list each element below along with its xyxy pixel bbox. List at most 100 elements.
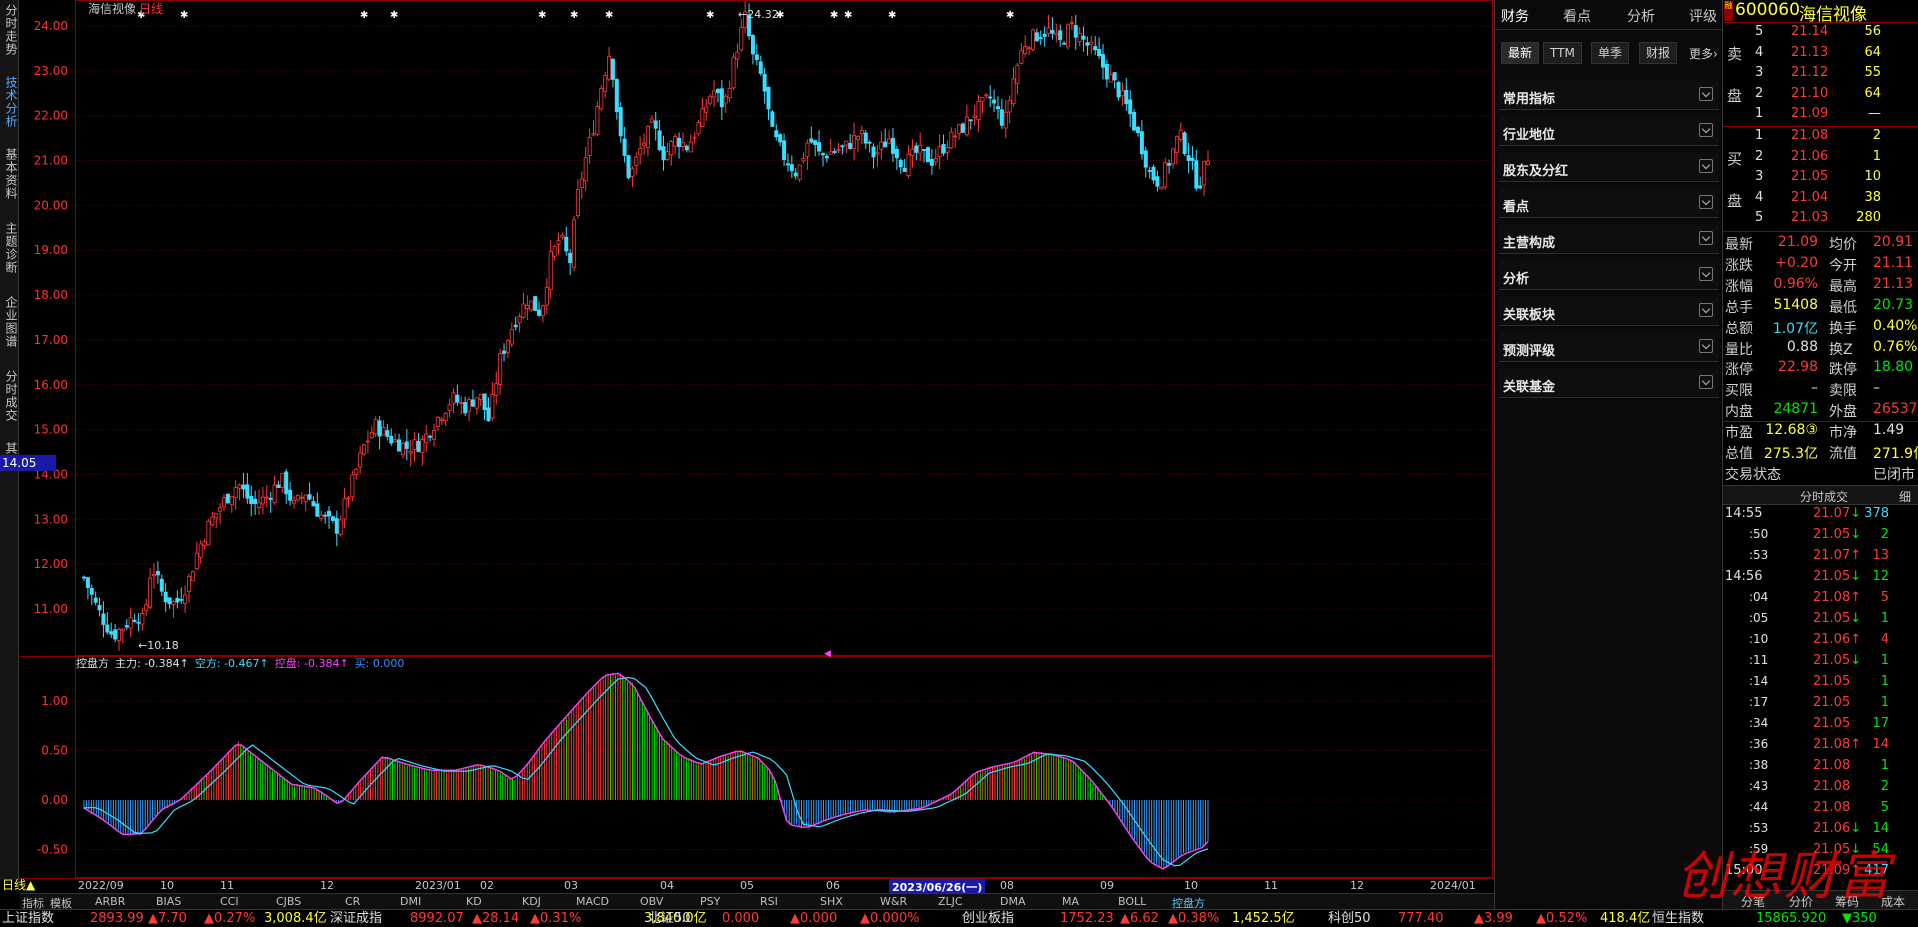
candle-up [1015,64,1020,84]
ticker-label[interactable]: 创业板指 [962,910,1014,927]
ind-tab-zljc[interactable]: ZLJC [938,895,963,908]
ind-tab-cr[interactable]: CR [345,895,360,908]
section-forecast[interactable]: 预测评级 [1499,332,1719,362]
tab-company-graph[interactable]: 企业图谱 [1,296,18,348]
ind-tab-bias[interactable]: BIAS [156,895,181,908]
ind-tab-shx[interactable]: SHX [820,895,843,908]
f10-tab-finance[interactable]: 财务 [1501,6,1529,26]
ask-price[interactable]: 21.12 [1791,65,1828,80]
ind-tab-psy[interactable]: PSY [700,895,720,908]
ind-tab-cci[interactable]: CCI [220,895,239,908]
ticker-label[interactable]: 北证50 [648,910,691,927]
arrow-up-icon: ↑ [1850,590,1862,605]
ask-price[interactable]: 21.10 [1791,86,1828,101]
date-label: 06 [826,879,840,892]
quote-panel: 融 600060 海信视像 卖 盘 5 21.14 56 4 21.13 64 3 21.12… [1722,0,1918,909]
section-label: 关联板块 [1503,308,1556,323]
qtab-chips[interactable]: 筹码 [1835,893,1859,909]
candle-down [1050,29,1055,34]
ind-tab-ma[interactable]: MA [1062,895,1079,908]
qtab-ticks[interactable]: 分笔 [1741,893,1765,909]
tab-fundamentals[interactable]: 基本资料 [1,148,18,200]
tab-technical[interactable]: 技术分析 [1,76,18,128]
subtab-ttm[interactable]: TTM [1543,42,1582,64]
bid-row: 2 21.06 1 [1723,149,1918,169]
ticker-label[interactable]: 上证指数 [2,910,54,927]
section-funds[interactable]: 关联基金 [1499,368,1719,398]
stat-label: 换手 [1829,320,1857,337]
tick-time: :36 [1749,737,1769,751]
candle-down [890,137,895,154]
bid-price[interactable]: 21.05 [1791,169,1828,184]
qtab-price[interactable]: 分价 [1789,893,1813,909]
section-sectors[interactable]: 关联板块 [1499,296,1719,326]
f10-tab-rating[interactable]: 评级 [1689,6,1717,26]
qtab-cost[interactable]: 成本 [1881,893,1905,909]
ind-tab-dmi[interactable]: DMI [400,895,421,908]
section-holders[interactable]: 股东及分红 [1499,152,1719,182]
f10-more-link[interactable]: 更多› [1689,45,1718,62]
bid-price[interactable]: 21.08 [1791,128,1828,143]
bid-price[interactable]: 21.03 [1791,210,1828,225]
section-industry[interactable]: 行业地位 [1499,116,1719,146]
candle-down [155,570,160,576]
candle-up [435,416,440,427]
ind-tab-arbr[interactable]: ARBR [95,895,125,908]
section-highlights[interactable]: 看点 [1499,188,1719,218]
tick-row: 14:55 21.07↓ 378 [1723,506,1918,527]
bid-level: 3 [1755,169,1764,184]
ind-tab-macd[interactable]: MACD [576,895,609,908]
tab-timeshare[interactable]: 分时走势 [1,4,18,56]
ask-price[interactable]: 21.13 [1791,45,1828,60]
ind-tab-dma[interactable]: DMA [1000,895,1026,908]
ticker-change: ▲7.70 [148,911,187,926]
ind-tab-rsi[interactable]: RSI [760,895,778,908]
candle-down [97,604,102,611]
bid-price[interactable]: 21.04 [1791,190,1828,205]
candle-up [292,499,297,504]
high-annotation: ←24.32 [738,8,779,21]
ind-tab-wr[interactable]: W&R [880,895,907,908]
chevron-down-icon [1699,195,1713,209]
kline-chart[interactable]: 24.00 23.00 22.00 21.00 20.00 19.00 18.00 17.00… [20,0,1494,878]
subtab-latest[interactable]: 最新 [1501,42,1540,64]
section-common-indicators[interactable]: 常用指标 [1499,80,1719,110]
tick-time: 14:55 [1725,506,1763,521]
subtab-report[interactable]: 财报 [1639,42,1678,64]
tab-trades[interactable]: 分时成交 [1,370,18,422]
ticks-detail-button[interactable]: 细 [1899,488,1911,505]
chevron-down-icon [1699,303,1713,317]
subtab-quarter[interactable]: 单季 [1591,42,1630,64]
candle-down [1038,37,1043,39]
ask-price[interactable]: 21.09 [1791,106,1828,121]
stat-label: 总手 [1725,299,1753,316]
ind-tab-kd[interactable]: KD [466,895,482,908]
candle-up [128,617,133,629]
candle-down [1073,25,1078,38]
ind-tab-cjbs[interactable]: CJBS [276,895,301,908]
ticker-label[interactable]: 恒生指数 [1652,910,1704,927]
ind-tab-kdj[interactable]: KDJ [522,895,541,908]
candle-down [1135,126,1140,134]
candle-up [517,316,522,324]
tab-theme[interactable]: 主题诊断 [1,222,18,274]
bid-price[interactable]: 21.06 [1791,149,1828,164]
section-analysis[interactable]: 分析 [1499,260,1719,290]
f10-tab-highlights[interactable]: 看点 [1563,6,1591,26]
candle-up [280,472,285,488]
ask-price[interactable]: 21.14 [1791,24,1828,39]
divider [1723,231,1918,232]
ticker-label[interactable]: 科创50 [1328,910,1371,927]
candle-up [447,404,452,411]
arrow-down-icon: ↓ [1850,611,1862,626]
section-business[interactable]: 主营构成 [1499,224,1719,254]
candle-up [540,305,545,317]
ind-tab-boll[interactable]: BOLL [1118,895,1146,908]
chevron-down-icon [1699,339,1713,353]
f10-tab-analysis[interactable]: 分析 [1627,6,1655,26]
ticker-label[interactable]: 深证成指 [330,910,382,927]
ind-tab-obv[interactable]: OBV [640,895,663,908]
kline-svg[interactable]: 24.00 23.00 22.00 21.00 20.00 19.00 18.00 17.00… [20,0,1494,878]
legend-main: 主力: -0.384↑ [115,657,189,670]
candle-down [766,86,771,110]
